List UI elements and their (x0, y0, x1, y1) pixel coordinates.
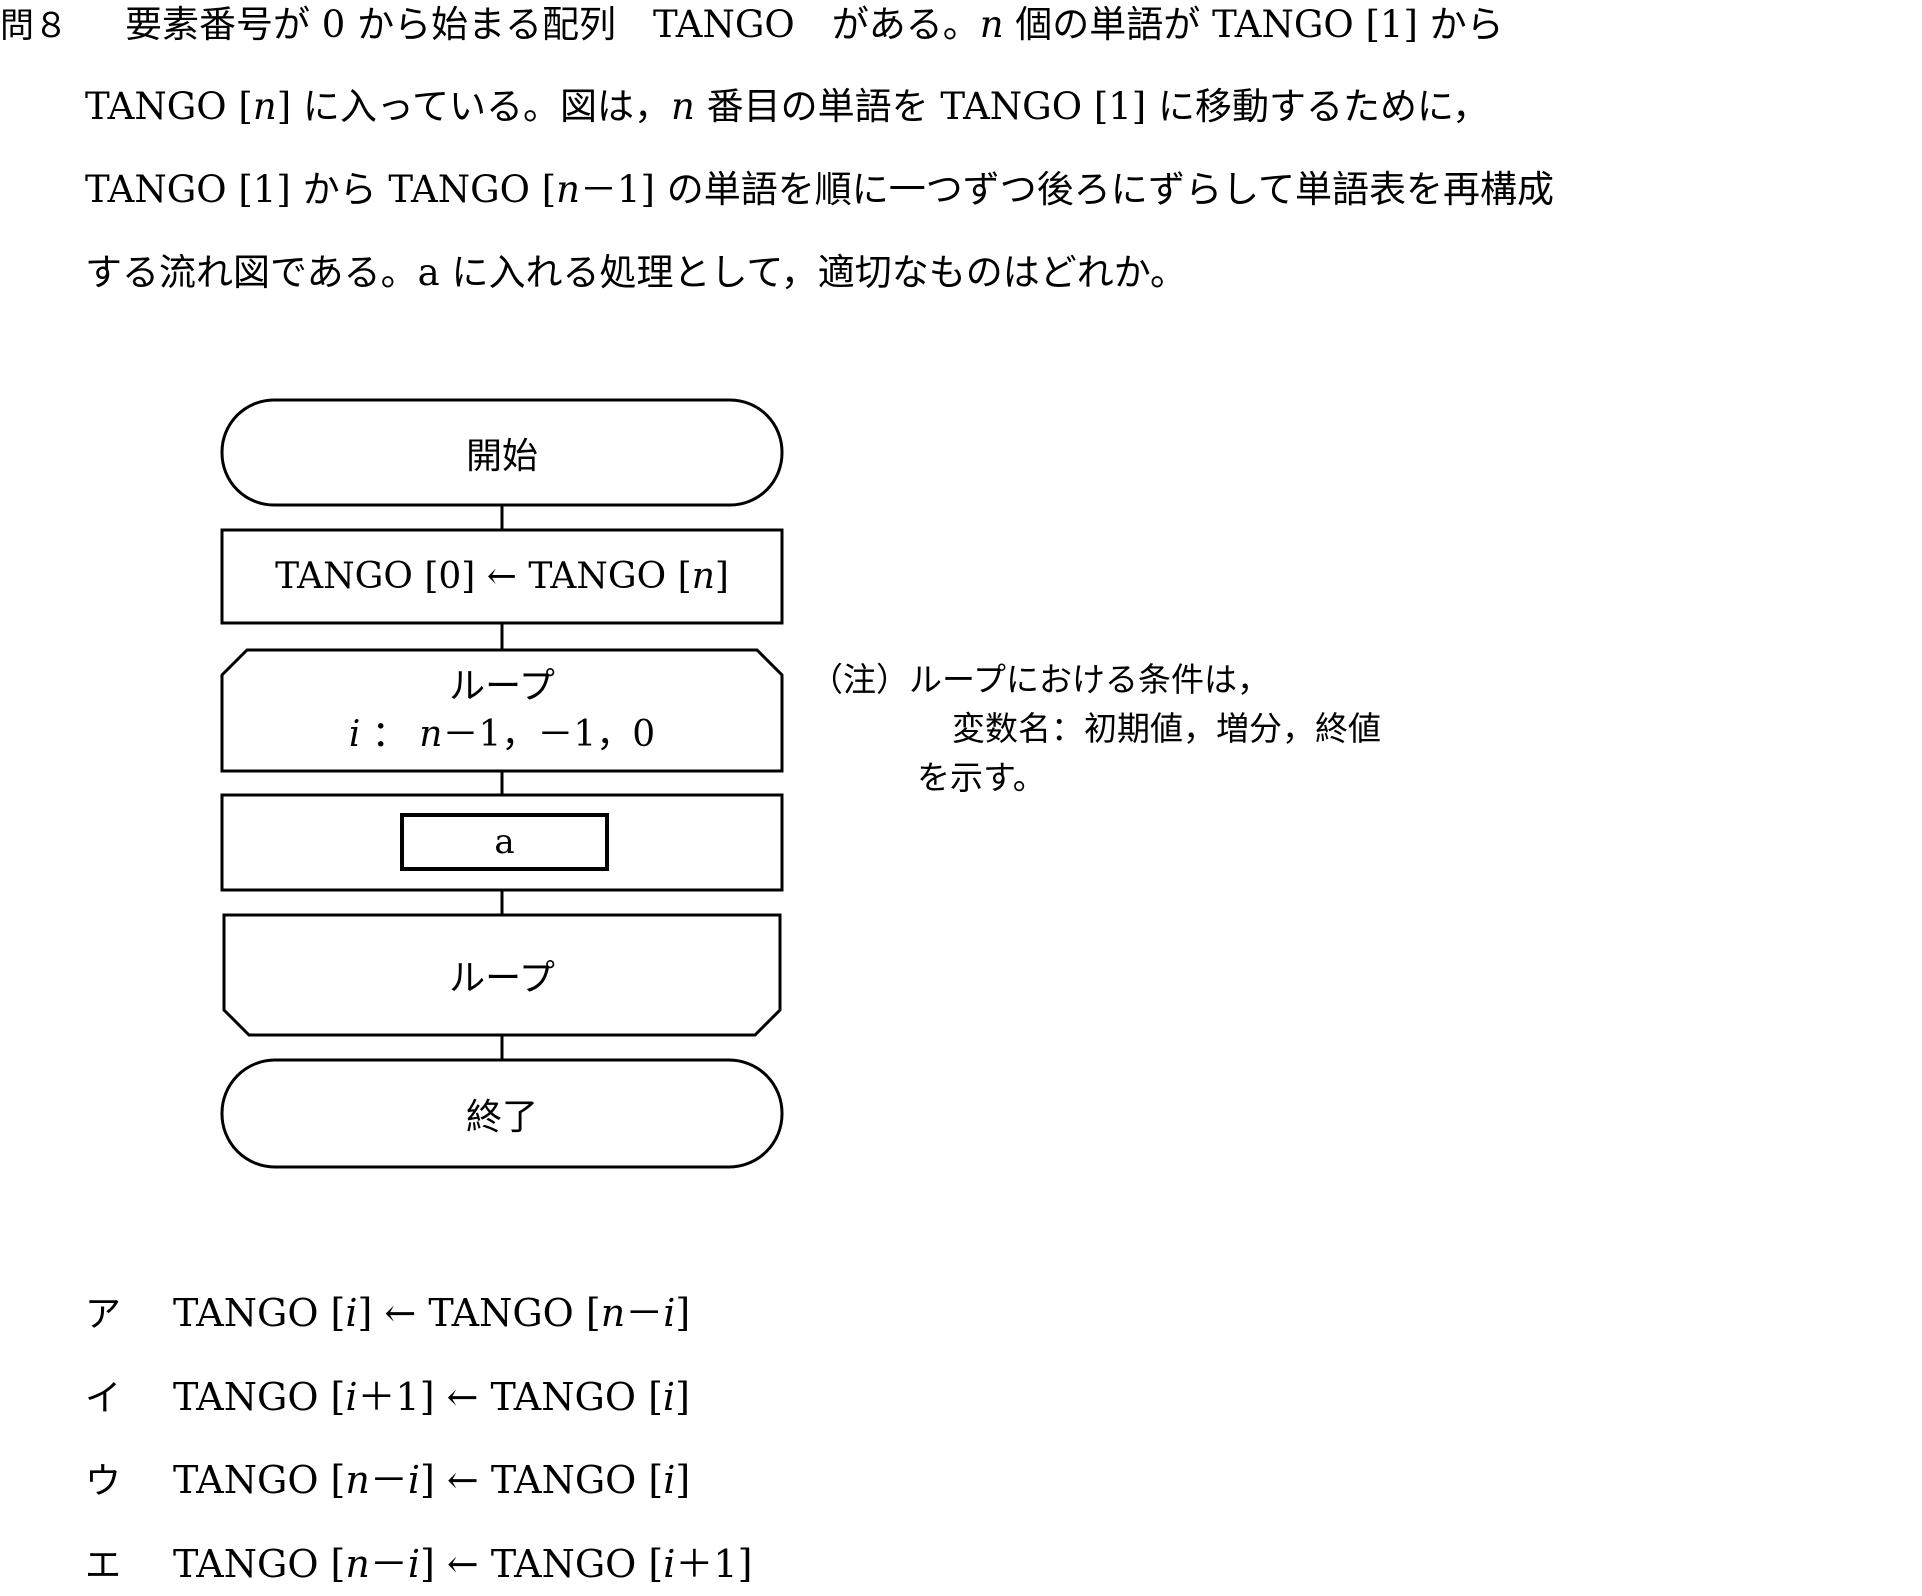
choice-text: TANGO [ (173, 1458, 346, 1502)
choice-text: ＋1] (675, 1542, 753, 1586)
choice-text: ] (675, 1375, 690, 1419)
assign-text-b: ] (714, 556, 729, 597)
choice-var: i (407, 1542, 421, 1586)
choice-var: i (345, 1291, 358, 1335)
choice-var: i (345, 1375, 358, 1419)
choice-var: n (345, 1458, 370, 1502)
choice-text: － (625, 1291, 664, 1335)
choice-i[interactable]: イ TANGO [i＋1] ← TANGO [i] (85, 1367, 690, 1427)
choice-label: エ (85, 1545, 122, 1586)
end-label: 終了 (465, 1096, 538, 1138)
loop-cond-rest: －1，－1，0 (442, 713, 656, 755)
assign-text-a: TANGO [0] ← TANGO [ (275, 556, 692, 597)
choice-text: ] ← TANGO [ (357, 1291, 601, 1335)
choice-label: ア (85, 1294, 122, 1335)
start-label: 開始 (465, 435, 538, 477)
assign-var-n: n (691, 556, 715, 597)
choice-text: － (369, 1542, 408, 1586)
choice-text: ] ← TANGO [ (420, 1542, 664, 1586)
choice-text: ] ← TANGO [ (420, 1458, 664, 1502)
choice-var: i (663, 1291, 676, 1335)
note-line-2: 変数名：初期値，増分，終値 (952, 709, 1381, 748)
choice-var: i (663, 1458, 676, 1502)
choice-text: － (369, 1458, 408, 1502)
choice-u[interactable]: ウ TANGO [n－i] ← TANGO [i] (85, 1450, 690, 1510)
choice-e[interactable]: エ TANGO [n－i] ← TANGO [i＋1] (85, 1534, 752, 1594)
choice-text: TANGO [ (173, 1291, 346, 1335)
choice-text: ] (675, 1458, 691, 1502)
process-a-label: a (494, 822, 515, 862)
loop-sep: ： (360, 713, 420, 755)
loop-end-label: ループ (449, 958, 555, 999)
choice-text: ] (675, 1291, 691, 1335)
loop-title: ループ (449, 665, 555, 707)
choice-var: n (600, 1291, 626, 1335)
choice-label: イ (85, 1378, 122, 1419)
loop-var-i: i (348, 713, 361, 755)
assign-label: TANGO [0] ← TANGO [n] (222, 530, 782, 623)
choice-text: ＋1] ← TANGO [ (357, 1375, 663, 1419)
loop-start-label: ループ i ： n－1，－1，0 (222, 650, 782, 771)
choice-label: ウ (85, 1461, 122, 1502)
choice-text: TANGO [ (173, 1375, 346, 1419)
note-line-1: （注）ループにおける条件は， (810, 660, 1271, 699)
choice-var: n (345, 1542, 370, 1586)
choice-var: i (407, 1458, 421, 1502)
loop-condition: i ： n－1，－1，0 (349, 711, 655, 759)
choice-a[interactable]: ア TANGO [i] ← TANGO [n－i] (85, 1283, 690, 1343)
choice-var: i (662, 1375, 676, 1419)
choice-var: i (663, 1542, 676, 1586)
note-line-3: を示す。 (917, 758, 1046, 797)
choice-text: TANGO [ (173, 1542, 346, 1586)
loop-var-n: n (419, 713, 443, 755)
